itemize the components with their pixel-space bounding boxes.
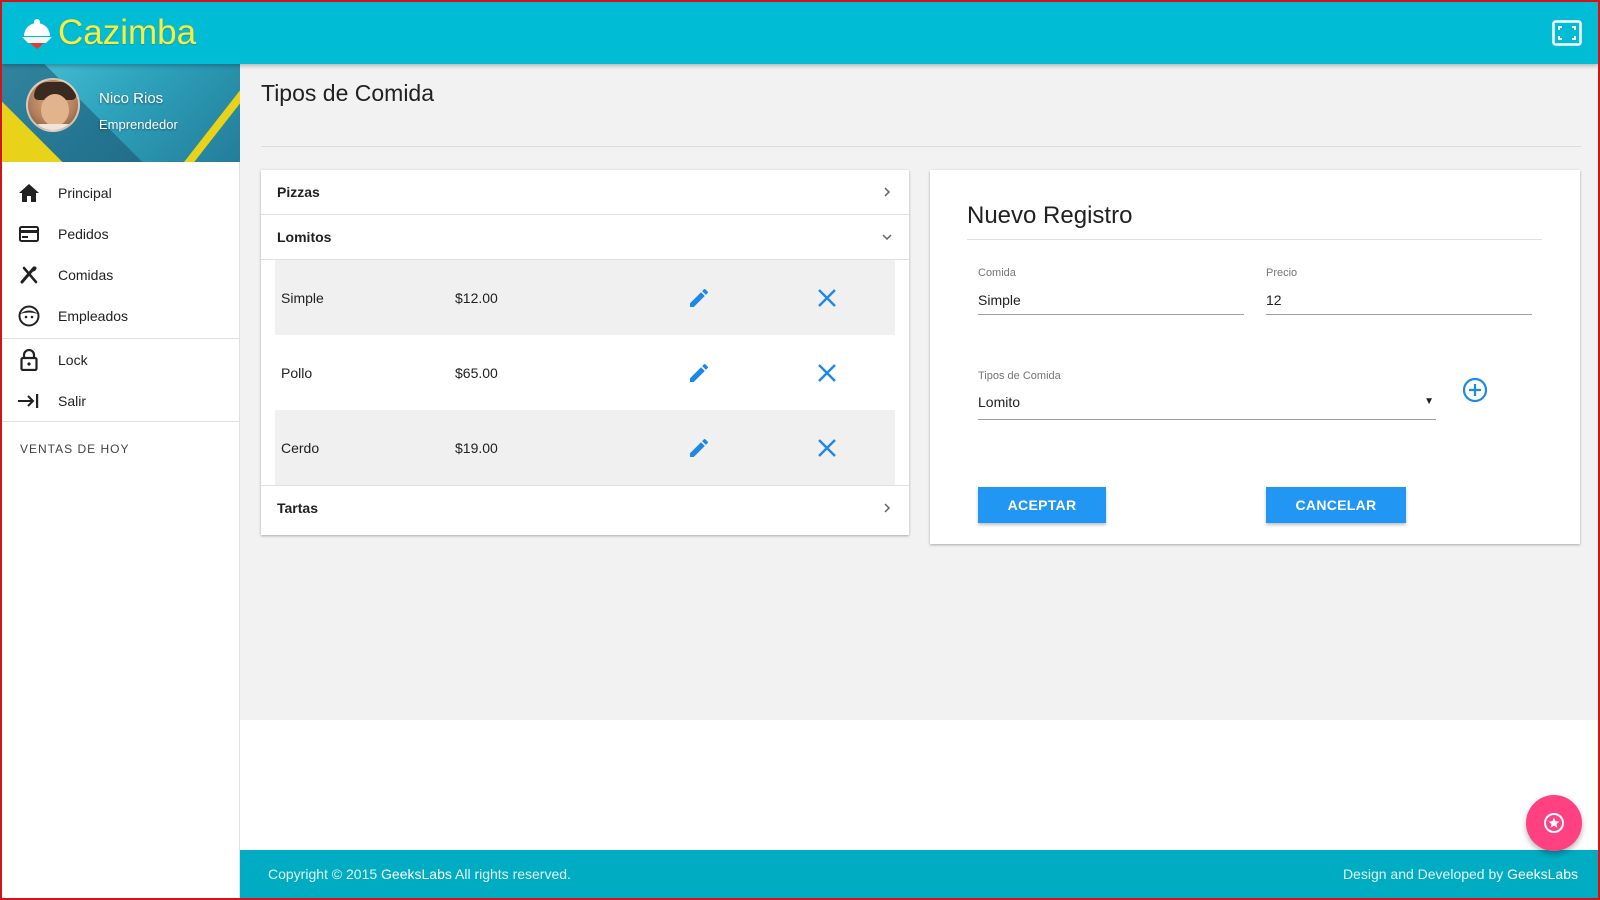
copyright-prefix: Copyright © 2015: [268, 866, 382, 882]
form-title: Nuevo Registro: [967, 202, 1133, 229]
sidebar-item-empleados[interactable]: Empleados: [2, 295, 239, 336]
precio-label: Precio: [1266, 267, 1298, 279]
floating-action-button[interactable]: [1526, 795, 1582, 851]
footer-copyright: Copyright © 2015 GeeksLabs All rights re…: [268, 866, 571, 882]
profile-decor-stripe-right: [146, 64, 240, 162]
precio-input[interactable]: [1266, 285, 1532, 315]
copyright-brand-link[interactable]: GeeksLabs: [381, 866, 452, 882]
sidebar-item-label: Empleados: [58, 307, 129, 324]
profile-role: Emprendedor: [99, 117, 178, 132]
face-icon: [18, 305, 40, 327]
exit-icon: [18, 390, 40, 412]
sidebar-item-label: Salir: [58, 392, 87, 409]
edit-button[interactable]: [635, 286, 763, 310]
form-title-divider: [967, 239, 1542, 240]
new-record-form: Nuevo Registro Comida Precio Tipos de Co…: [930, 170, 1580, 544]
profile-name: Nico Rios: [99, 90, 164, 107]
delete-button[interactable]: [763, 363, 891, 383]
food-name: Cerdo: [281, 439, 320, 456]
sidebar-item-pedidos[interactable]: Pedidos: [2, 213, 239, 254]
section-header-tartas[interactable]: Tartas: [261, 485, 909, 530]
page-title: Tipos de Comida: [261, 80, 435, 106]
edit-button[interactable]: [635, 361, 763, 385]
pencil-icon: [690, 438, 709, 457]
sidebar-item-label: Lock: [58, 351, 88, 368]
close-icon: [818, 363, 836, 382]
tipo-select-value: Lomito: [978, 394, 1021, 410]
food-price: $19.00: [455, 439, 498, 456]
chevron-down-icon: [882, 234, 892, 241]
food-row: Simple $12.00: [275, 260, 895, 335]
accept-button[interactable]: ACEPTAR: [978, 487, 1106, 523]
app-logo-text: Cazimba: [58, 13, 197, 52]
close-icon: [818, 288, 836, 307]
pencil-icon: [690, 288, 709, 307]
secondary-nav: Lock Salir: [2, 339, 239, 421]
add-type-button[interactable]: [1461, 376, 1489, 404]
top-bar: Cazimba: [2, 2, 1598, 64]
section-label: Lomitos: [277, 229, 332, 245]
star-icon: [1544, 813, 1564, 833]
footer-credit: Design and Developed by GeeksLabs: [1343, 866, 1578, 882]
chevron-right-icon: [884, 503, 891, 513]
sidebar-item-salir[interactable]: Salir: [2, 380, 239, 421]
delete-button[interactable]: [763, 438, 891, 458]
lock-icon: [18, 348, 40, 371]
home-icon: [18, 182, 40, 204]
edit-button[interactable]: [635, 436, 763, 460]
comida-label: Comida: [978, 267, 1016, 279]
delete-button[interactable]: [763, 288, 891, 308]
credit-brand-link[interactable]: GeeksLabs: [1507, 866, 1578, 882]
section-label: Pizzas: [277, 184, 320, 200]
comida-input[interactable]: [978, 285, 1244, 315]
avatar[interactable]: [26, 78, 80, 132]
sidebar-subheader: VENTAS DE HOY: [20, 442, 130, 456]
pencil-icon: [690, 363, 709, 382]
sidebar-item-principal[interactable]: Principal: [2, 172, 239, 213]
food-row: Pollo $65.00: [275, 335, 895, 410]
title-divider: [261, 146, 1581, 147]
sidebar: Nico Rios Emprendedor Principal Pedidos …: [2, 64, 240, 898]
sidebar-item-label: Pedidos: [58, 225, 109, 242]
section-body-lomitos: Simple $12.00 Pollo $65.00 Cerdo $19.00: [261, 260, 909, 485]
food-name: Pollo: [281, 364, 313, 381]
utensils-icon: [18, 264, 40, 286]
main-nav: Principal Pedidos Comidas Empleados: [2, 162, 239, 338]
food-row: Cerdo $19.00: [275, 410, 895, 485]
sidebar-item-label: Principal: [58, 184, 112, 201]
close-icon: [818, 438, 836, 457]
tipo-label: Tipos de Comida: [978, 370, 1061, 382]
cancel-button[interactable]: CANCELAR: [1266, 487, 1406, 523]
fullscreen-button[interactable]: [1552, 20, 1582, 46]
section-header-pizzas[interactable]: Pizzas: [261, 170, 909, 215]
nav-divider: [2, 421, 239, 422]
caret-down-icon: ▼: [1424, 396, 1434, 407]
section-header-lomitos[interactable]: Lomitos: [261, 215, 909, 260]
card-icon: [18, 223, 40, 245]
section-label: Tartas: [277, 500, 318, 516]
food-price: $12.00: [455, 289, 498, 306]
tipo-select[interactable]: Lomito ▼: [978, 390, 1436, 420]
food-price: $65.00: [455, 364, 498, 381]
food-name: Simple: [281, 289, 324, 306]
sidebar-item-comidas[interactable]: Comidas: [2, 254, 239, 295]
credit-prefix: Design and Developed by: [1342, 866, 1508, 882]
footer: Copyright © 2015 GeeksLabs All rights re…: [240, 850, 1598, 898]
fullscreen-icon: [1552, 20, 1582, 46]
sidebar-item-lock[interactable]: Lock: [2, 339, 239, 380]
add-circle-icon: [1462, 377, 1488, 403]
logo[interactable]: Cazimba: [20, 13, 197, 52]
chef-hat-icon: [22, 19, 52, 49]
copyright-suffix: All rights reserved.: [451, 866, 571, 882]
chevron-right-icon: [884, 187, 891, 197]
profile-card[interactable]: Nico Rios Emprendedor: [2, 64, 240, 162]
food-types-list: Pizzas Lomitos Simple $12.00 Pollo $65.0…: [261, 170, 909, 535]
avatar-face: [41, 94, 69, 126]
sidebar-item-label: Comidas: [58, 266, 114, 283]
